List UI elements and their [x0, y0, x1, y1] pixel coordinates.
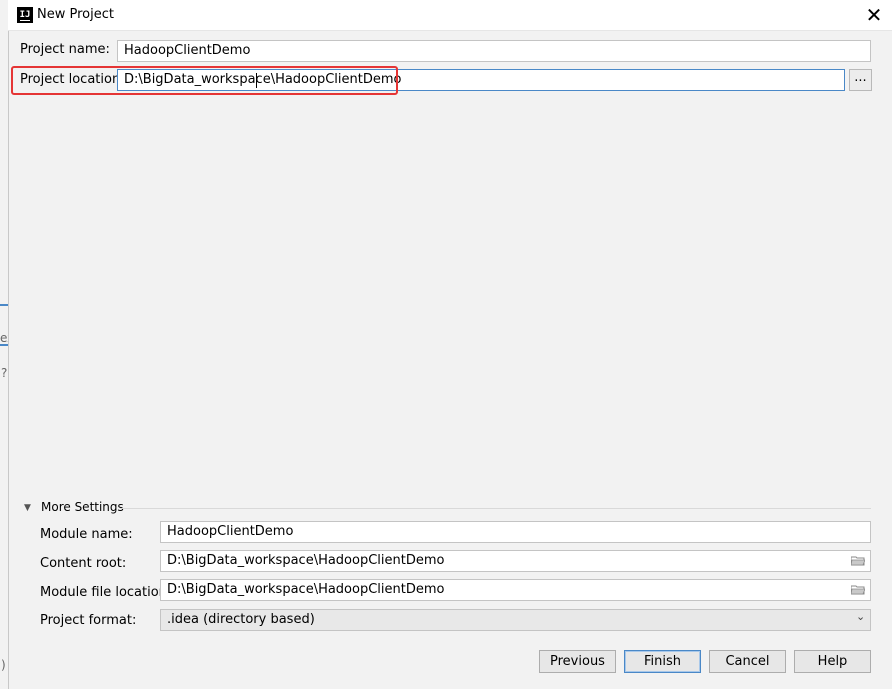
cancel-button[interactable]: Cancel	[709, 650, 786, 673]
project-name-label: Project name:	[20, 42, 110, 57]
browse-location-button[interactable]: ...	[849, 69, 872, 91]
background-text-fragment: ?	[1, 366, 8, 380]
module-file-location-value: D:\BigData_workspace\HadoopClientDemo	[167, 582, 445, 597]
folder-icon[interactable]	[851, 556, 865, 566]
title-bar: IJ New Project ✕	[8, 0, 892, 31]
more-settings-toggle-icon[interactable]: ▼	[24, 503, 31, 513]
more-settings-title[interactable]: More Settings	[41, 500, 124, 514]
module-name-label: Module name:	[40, 527, 133, 542]
red-highlight-box	[11, 66, 398, 95]
content-root-label: Content root:	[40, 556, 127, 571]
project-format-label: Project format:	[40, 613, 137, 628]
module-file-location-input[interactable]: D:\BigData_workspace\HadoopClientDemo	[160, 579, 871, 601]
folder-icon[interactable]	[851, 585, 865, 595]
chevron-down-icon[interactable]: ⌄	[856, 610, 865, 623]
background-accent-line	[0, 304, 8, 306]
project-format-select[interactable]: .idea (directory based)	[160, 609, 871, 631]
project-format-value: .idea (directory based)	[167, 612, 315, 627]
help-button[interactable]: Help	[794, 650, 871, 673]
previous-button[interactable]: Previous	[539, 650, 616, 673]
module-name-input[interactable]: HadoopClientDemo	[160, 521, 871, 543]
close-icon: ✕	[865, 3, 883, 27]
close-button[interactable]: ✕	[856, 0, 892, 30]
background-text-fragment: )	[1, 658, 6, 672]
section-separator	[120, 508, 871, 509]
finish-button[interactable]: Finish	[624, 650, 701, 673]
window-title: New Project	[37, 7, 114, 22]
module-file-location-label: Module file location:	[40, 585, 172, 600]
intellij-app-icon: IJ	[17, 7, 33, 23]
content-root-input[interactable]: D:\BigData_workspace\HadoopClientDemo	[160, 550, 871, 572]
content-root-value: D:\BigData_workspace\HadoopClientDemo	[167, 553, 445, 568]
project-name-input[interactable]: HadoopClientDemo	[117, 40, 871, 62]
